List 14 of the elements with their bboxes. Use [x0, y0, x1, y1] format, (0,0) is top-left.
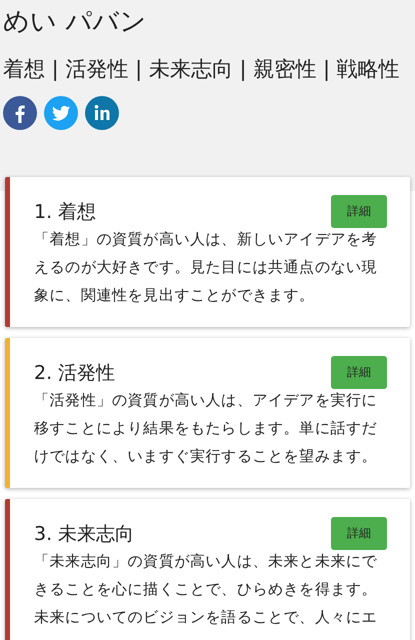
strengths-list: 着想 | 活発性 | 未来志向 | 親密性 | 戦略性	[3, 54, 412, 84]
facebook-icon[interactable]	[3, 96, 37, 130]
linkedin-icon[interactable]	[85, 96, 119, 130]
details-button[interactable]: 詳細	[331, 195, 387, 228]
card-description: 「活発性」の資質が高い人は、アイデアを実行に移すことにより結果をもたらします。単に話すだけではなく、いますぐ実行することを望みます。	[34, 390, 378, 467]
details-button[interactable]: 詳細	[331, 517, 387, 550]
card-title: 1. 着想	[34, 200, 96, 225]
bird-icon[interactable]	[44, 96, 78, 130]
card-description: 「未来志向」の資質が高い人は、未来と未来にできることを心に描くことで、ひらめきを得ます。未来についてのビジョンを語ることで、人々にエ	[34, 551, 378, 628]
card-title: 2. 活発性	[34, 361, 116, 386]
profile-name: めい パバン	[3, 6, 148, 39]
card-title: 3. 未来志向	[34, 522, 134, 547]
details-button[interactable]: 詳細	[331, 356, 387, 389]
card-description: 「着想」の資質が高い人は、新しいアイデアを考えるのが大好きです。見た目には共通点のない現象に、関連性を見出すことができます。	[34, 229, 378, 306]
